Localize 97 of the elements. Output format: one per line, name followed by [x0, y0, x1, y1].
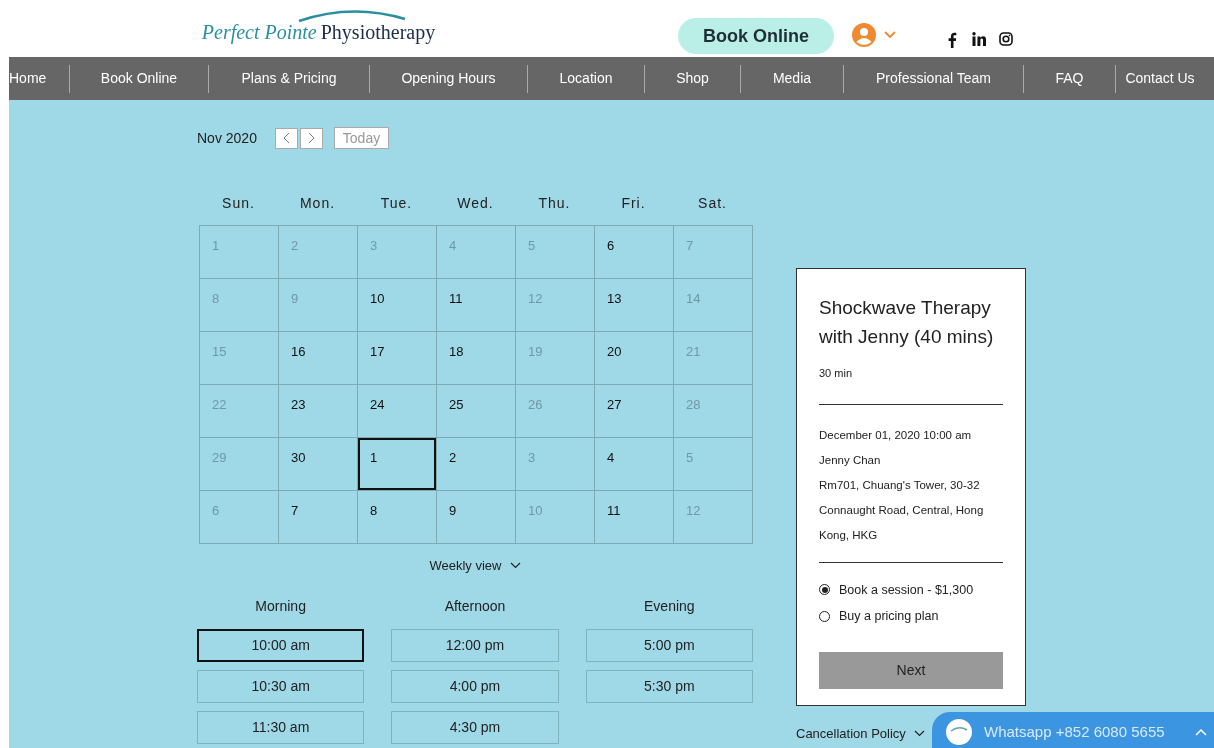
instagram-icon[interactable] [999, 32, 1013, 46]
time-slot-button[interactable]: 10:30 am [197, 669, 365, 703]
calendar-day: 26 [516, 385, 595, 438]
calendar-day[interactable]: 1 [358, 438, 437, 491]
nav-link[interactable]: Home [9, 68, 69, 89]
nav-link[interactable]: Contact Us [1116, 68, 1204, 89]
calendar-day[interactable]: 9 [437, 491, 516, 544]
weekday-label: Fri. [621, 194, 646, 213]
calendar-day[interactable]: 20 [595, 332, 674, 385]
calendar-day[interactable]: 8 [358, 491, 437, 544]
weekday-label: Thu. [538, 194, 571, 213]
calendar-day[interactable]: 2 [437, 438, 516, 491]
calendar-day: 10 [516, 491, 595, 544]
chevron-down-icon [913, 730, 925, 738]
calendar-day: 14 [674, 279, 753, 332]
calendar-day[interactable]: 23 [279, 385, 358, 438]
calendar-day: 12 [674, 491, 753, 544]
calendar-day: 12 [516, 279, 595, 332]
weekday-label: Mon. [299, 194, 336, 213]
calendar-day[interactable]: 7 [279, 491, 358, 544]
chevron-up-icon [1195, 728, 1207, 736]
calendar-day: 3 [358, 226, 437, 279]
chevron-right-icon [308, 132, 315, 144]
weekday-label: Wed. [457, 194, 494, 213]
calendar-day: 6 [200, 491, 279, 544]
logo-text: Physiotherapy [320, 19, 436, 46]
calendar-day[interactable]: 18 [437, 332, 516, 385]
calendar-day[interactable]: 11 [595, 491, 674, 544]
radio-option[interactable]: Book a session - $1,300 [819, 580, 1003, 600]
calendar-day[interactable]: 27 [595, 385, 674, 438]
calendar-day: 9 [279, 279, 358, 332]
weekly-view-dropdown[interactable]: Weekly view [429, 556, 521, 576]
time-period-heading: Evening [644, 596, 695, 616]
weekday-label: Sat. [698, 194, 727, 213]
calendar-day[interactable]: 30 [279, 438, 358, 491]
calendar-day: 5 [516, 226, 595, 279]
calendar-day: 21 [674, 332, 753, 385]
book-online-button[interactable]: Book Online [678, 18, 834, 54]
next-button[interactable]: Next [819, 652, 1003, 689]
calendar-day[interactable]: 17 [358, 332, 437, 385]
facebook-icon[interactable] [947, 32, 957, 48]
calendar-day[interactable]: 10 [358, 279, 437, 332]
chevron-down-icon [884, 31, 896, 39]
nav-link[interactable]: Media [741, 68, 843, 89]
time-period-heading: Morning [255, 596, 306, 616]
calendar-day: 28 [674, 385, 753, 438]
radio-option[interactable]: Buy a pricing plan [819, 607, 1003, 626]
nav-link[interactable]: Opening Hours [370, 68, 527, 89]
calendar-day: 4 [437, 226, 516, 279]
whatsapp-number: Whatsapp +852 6080 5655 [984, 721, 1165, 742]
duration-text: 30 min [819, 366, 854, 381]
calendar-day[interactable]: 24 [358, 385, 437, 438]
time-period-heading: Afternoon [444, 596, 506, 616]
month-label: Nov 2020 [197, 128, 258, 148]
nav-link[interactable]: Plans & Pricing [209, 68, 369, 89]
calendar-day: 7 [674, 226, 753, 279]
calendar-day: 19 [516, 332, 595, 385]
calendar-day: 22 [200, 385, 279, 438]
calendar-day: 2 [279, 226, 358, 279]
calendar-day: 15 [200, 332, 279, 385]
calendar-day: 5 [674, 438, 753, 491]
nav-link[interactable]: FAQ [1024, 68, 1115, 89]
time-slot-button[interactable]: 5:30 pm [585, 669, 753, 703]
calendar-day: 29 [200, 438, 279, 491]
calendar-day[interactable]: 16 [279, 332, 358, 385]
time-slot-button[interactable]: 11:30 am [197, 710, 365, 744]
time-slot-button[interactable]: 5:00 pm [585, 628, 753, 662]
calendar-day[interactable]: 13 [595, 279, 674, 332]
time-slot-button[interactable]: 10:00 am [197, 628, 365, 662]
calendar-day[interactable]: 25 [437, 385, 516, 438]
service-title: Shockwave Therapy with Jenny (40 mins) [819, 296, 995, 349]
linkedin-icon[interactable] [972, 32, 986, 46]
calendar-day: 8 [200, 279, 279, 332]
avatar-icon [946, 719, 972, 745]
booking-detail: Rm701, Chuang's Tower, 30-32 Connaught Road, Central, Hong Kong, HKG [819, 477, 985, 543]
logo-text: Perfect Pointe [201, 19, 317, 46]
calendar-day: 3 [516, 438, 595, 491]
time-slot-button[interactable]: 4:00 pm [391, 669, 559, 703]
calendar-day[interactable]: 6 [595, 226, 674, 279]
calendar-day[interactable]: 11 [437, 279, 516, 332]
user-icon [852, 23, 876, 47]
booking-detail: December 01, 2020 10:00 am [819, 427, 973, 443]
weekday-label: Tue. [380, 194, 413, 213]
nav-link[interactable]: Location [528, 68, 644, 89]
chevron-left-icon [283, 132, 290, 144]
booking-detail: Jenny Chan [819, 452, 882, 468]
chevron-down-icon [509, 562, 521, 570]
cancellation-policy-dropdown[interactable]: Cancellation Policy [796, 724, 925, 744]
time-slot-button[interactable]: 12:00 pm [391, 628, 559, 662]
calendar-day: 1 [200, 226, 279, 279]
swoosh-icon [297, 9, 407, 23]
weekday-label: Sun. [222, 194, 255, 213]
nav-link[interactable]: Professional Team [844, 68, 1023, 89]
calendar-day[interactable]: 4 [595, 438, 674, 491]
time-slot-button[interactable]: 4:30 pm [391, 710, 559, 744]
nav-link[interactable]: Shop [645, 68, 740, 89]
nav-link[interactable]: Book Online [70, 68, 208, 89]
